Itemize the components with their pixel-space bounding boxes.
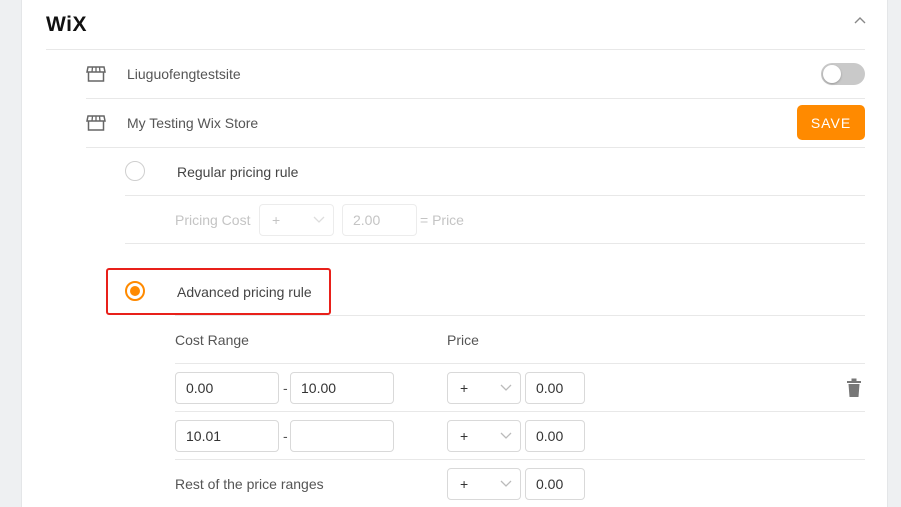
chevron-down-icon — [313, 216, 325, 223]
chevron-up-icon[interactable] — [852, 13, 868, 29]
divider — [175, 315, 865, 316]
divider — [125, 195, 865, 196]
rest-ranges-label: Rest of the price ranges — [175, 476, 324, 492]
regular-rule-label: Regular pricing rule — [177, 164, 299, 180]
wix-logo: WiX — [46, 13, 87, 36]
store-name: Liuguofengtestsite — [127, 66, 241, 82]
divider — [46, 49, 865, 50]
operator-value: + — [460, 428, 469, 444]
store-icon — [86, 66, 106, 82]
price-header: Price — [447, 332, 479, 348]
chevron-down-icon — [500, 480, 512, 487]
equals-price-label: = Price — [420, 212, 464, 228]
divider — [175, 411, 865, 412]
store-name: My Testing Wix Store — [127, 115, 259, 131]
divider — [175, 459, 865, 460]
range-to-input[interactable] — [290, 420, 394, 452]
store-icon — [86, 115, 106, 131]
range-from-input[interactable]: 10.01 — [175, 420, 279, 452]
range-separator: - — [283, 380, 288, 396]
pricing-cost-label: Pricing Cost — [175, 212, 251, 228]
regular-operator-select[interactable]: + — [259, 204, 334, 236]
range-operator-select[interactable]: + — [447, 372, 521, 404]
regular-rule-radio[interactable] — [125, 161, 145, 181]
operator-value: + — [272, 212, 281, 228]
cost-range-header: Cost Range — [175, 332, 249, 348]
toggle-knob — [823, 65, 841, 83]
highlight-box — [106, 268, 331, 315]
operator-value: + — [460, 380, 469, 396]
range-separator: - — [283, 428, 288, 444]
store-toggle[interactable] — [821, 63, 865, 85]
chevron-down-icon — [500, 432, 512, 439]
divider — [125, 243, 865, 244]
rest-price-input[interactable]: 0.00 — [525, 468, 585, 500]
range-to-input[interactable]: 10.00 — [290, 372, 394, 404]
range-from-input[interactable]: 0.00 — [175, 372, 279, 404]
divider — [86, 147, 865, 148]
chevron-down-icon — [500, 384, 512, 391]
range-price-input[interactable]: 0.00 — [525, 420, 585, 452]
range-operator-select[interactable]: + — [447, 420, 521, 452]
operator-value: + — [460, 476, 469, 492]
rest-operator-select[interactable]: + — [447, 468, 521, 500]
pricing-panel: WiX Liuguofengtestsite My Testing Wix St… — [21, 0, 888, 507]
trash-icon[interactable] — [845, 378, 863, 398]
divider — [175, 363, 865, 364]
range-price-input[interactable]: 0.00 — [525, 372, 585, 404]
divider — [86, 98, 865, 99]
regular-value-input[interactable]: 2.00 — [342, 204, 417, 236]
save-button[interactable]: SAVE — [797, 105, 865, 140]
